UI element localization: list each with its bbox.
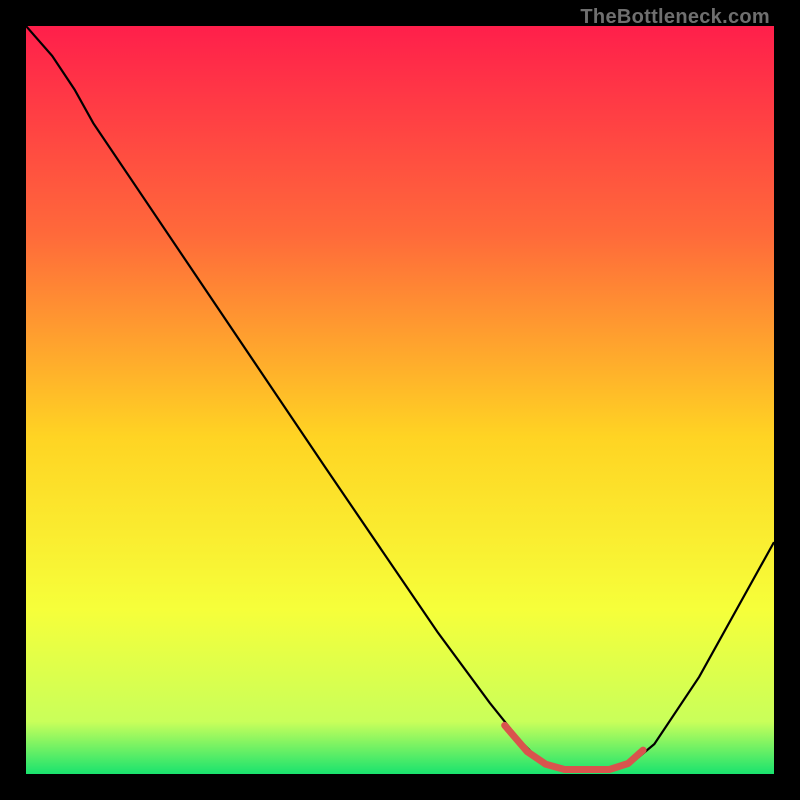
bottleneck-chart [26, 26, 774, 774]
chart-area [26, 26, 774, 774]
gradient-background [26, 26, 774, 774]
